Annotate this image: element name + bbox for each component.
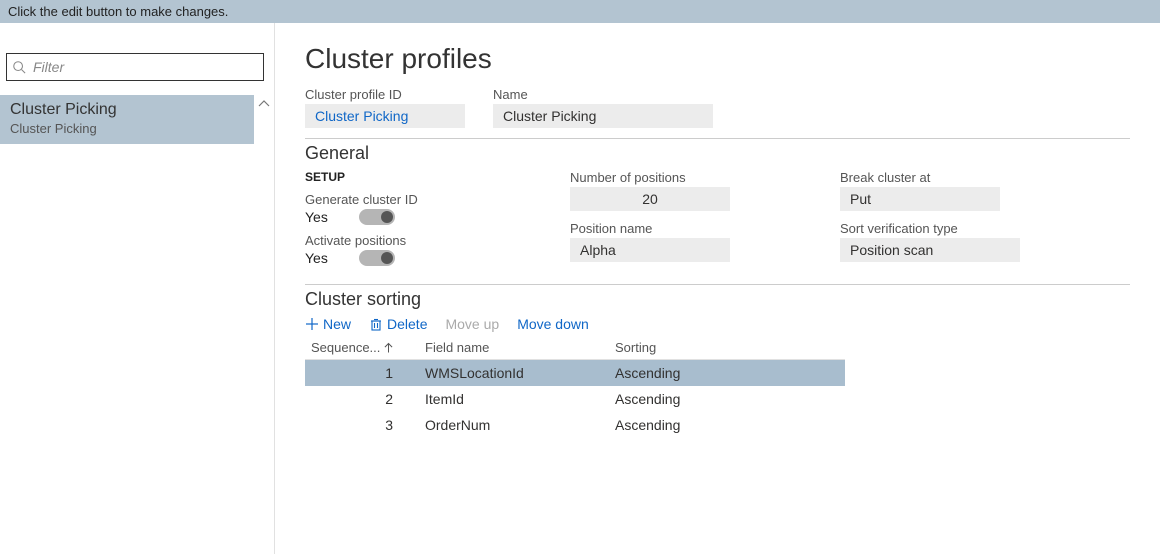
field-value-sortver[interactable]: Position scan	[840, 238, 1020, 262]
list-area: Cluster Picking Cluster Picking	[0, 95, 274, 554]
list-item-title: Cluster Picking	[10, 101, 244, 119]
table-row[interactable]: 3 OrderNum Ascending	[305, 412, 845, 438]
field-position-name: Position name Alpha	[570, 221, 840, 262]
col-header-sort[interactable]: Sorting	[605, 340, 845, 355]
chevron-up-icon[interactable]	[257, 97, 271, 111]
cell-sort: Ascending	[605, 365, 845, 381]
search-icon	[12, 60, 26, 74]
toggle-label: Activate positions	[305, 233, 570, 248]
field-value-numpos[interactable]: 20	[570, 187, 730, 211]
arrow-up-icon	[384, 342, 393, 354]
notification-bar: Click the edit button to make changes.	[0, 0, 1160, 23]
field-value-posname[interactable]: Alpha	[570, 238, 730, 262]
col-header-field[interactable]: Field name	[405, 340, 605, 355]
field-cluster-profile-id: Cluster profile ID Cluster Picking	[305, 87, 465, 128]
cell-seq: 3	[305, 417, 405, 433]
toggle-label: Generate cluster ID	[305, 192, 570, 207]
col-header-sequence[interactable]: Sequence...	[305, 340, 405, 355]
general-grid: SETUP Generate cluster ID Yes Activate p…	[305, 170, 1130, 274]
field-label: Number of positions	[570, 170, 840, 185]
toggle-line: Yes	[305, 250, 570, 266]
general-col-3: Break cluster at Put Sort verification t…	[840, 170, 1130, 274]
delete-button[interactable]: Delete	[369, 316, 427, 332]
header-fields: Cluster profile ID Cluster Picking Name …	[305, 87, 1130, 128]
setup-heading: SETUP	[305, 170, 570, 184]
list-item-cluster-picking[interactable]: Cluster Picking Cluster Picking	[0, 95, 254, 144]
field-name: Name Cluster Picking	[493, 87, 713, 128]
sorting-grid: Sequence... Field name Sorting 1 WMSLoca…	[305, 340, 845, 438]
toggle-value: Yes	[305, 209, 335, 225]
field-label: Position name	[570, 221, 840, 236]
move-up-label: Move up	[445, 316, 499, 332]
cell-field: OrderNum	[405, 417, 605, 433]
move-up-button: Move up	[445, 316, 499, 332]
delete-label: Delete	[387, 316, 427, 332]
list-item-subtitle: Cluster Picking	[10, 121, 244, 136]
filter-input[interactable]	[6, 53, 264, 81]
cell-field: WMSLocationId	[405, 365, 605, 381]
main-container: Cluster Picking Cluster Picking Cluster …	[0, 23, 1160, 554]
plus-icon	[305, 317, 319, 331]
cell-seq: 1	[305, 365, 405, 381]
field-activate-positions: Activate positions Yes	[305, 233, 570, 266]
sidebar: Cluster Picking Cluster Picking	[0, 23, 275, 554]
action-bar: New Delete Move up Move down	[305, 316, 1130, 332]
toggle-value: Yes	[305, 250, 335, 266]
field-value-id[interactable]: Cluster Picking	[305, 104, 465, 128]
field-label: Cluster profile ID	[305, 87, 465, 102]
general-col-2: Number of positions 20 Position name Alp…	[570, 170, 840, 274]
general-col-1: SETUP Generate cluster ID Yes Activate p…	[305, 170, 570, 274]
field-label: Name	[493, 87, 713, 102]
cell-field: ItemId	[405, 391, 605, 407]
move-down-label: Move down	[517, 316, 589, 332]
new-label: New	[323, 316, 351, 332]
toggle-activate-positions[interactable]	[359, 250, 395, 266]
cell-sort: Ascending	[605, 391, 845, 407]
grid-header: Sequence... Field name Sorting	[305, 340, 845, 360]
toggle-line: Yes	[305, 209, 570, 225]
field-label: Sort verification type	[840, 221, 1130, 236]
section-header-sorting[interactable]: Cluster sorting	[305, 289, 1130, 310]
move-down-button[interactable]: Move down	[517, 316, 589, 332]
sorting-section: Cluster sorting New	[305, 284, 1130, 438]
field-value-break[interactable]: Put	[840, 187, 1000, 211]
trash-icon	[369, 317, 383, 331]
col-header-label: Sequence...	[311, 340, 380, 355]
toggle-knob	[381, 252, 393, 264]
field-number-of-positions: Number of positions 20	[570, 170, 840, 211]
toggle-knob	[381, 211, 393, 223]
field-label: Break cluster at	[840, 170, 1130, 185]
field-sort-verification-type: Sort verification type Position scan	[840, 221, 1130, 262]
general-section: General SETUP Generate cluster ID Yes	[305, 138, 1130, 274]
filter-wrapper	[6, 53, 264, 81]
content: Cluster profiles Cluster profile ID Clus…	[275, 23, 1160, 554]
notification-text: Click the edit button to make changes.	[8, 4, 228, 19]
section-header-general[interactable]: General	[305, 143, 1130, 164]
cell-sort: Ascending	[605, 417, 845, 433]
field-value-name[interactable]: Cluster Picking	[493, 104, 713, 128]
cell-seq: 2	[305, 391, 405, 407]
table-row[interactable]: 1 WMSLocationId Ascending	[305, 360, 845, 386]
field-generate-cluster-id: Generate cluster ID Yes	[305, 192, 570, 225]
page-title: Cluster profiles	[305, 43, 1130, 75]
table-row[interactable]: 2 ItemId Ascending	[305, 386, 845, 412]
toggle-generate-cluster-id[interactable]	[359, 209, 395, 225]
field-break-cluster-at: Break cluster at Put	[840, 170, 1130, 211]
new-button[interactable]: New	[305, 316, 351, 332]
